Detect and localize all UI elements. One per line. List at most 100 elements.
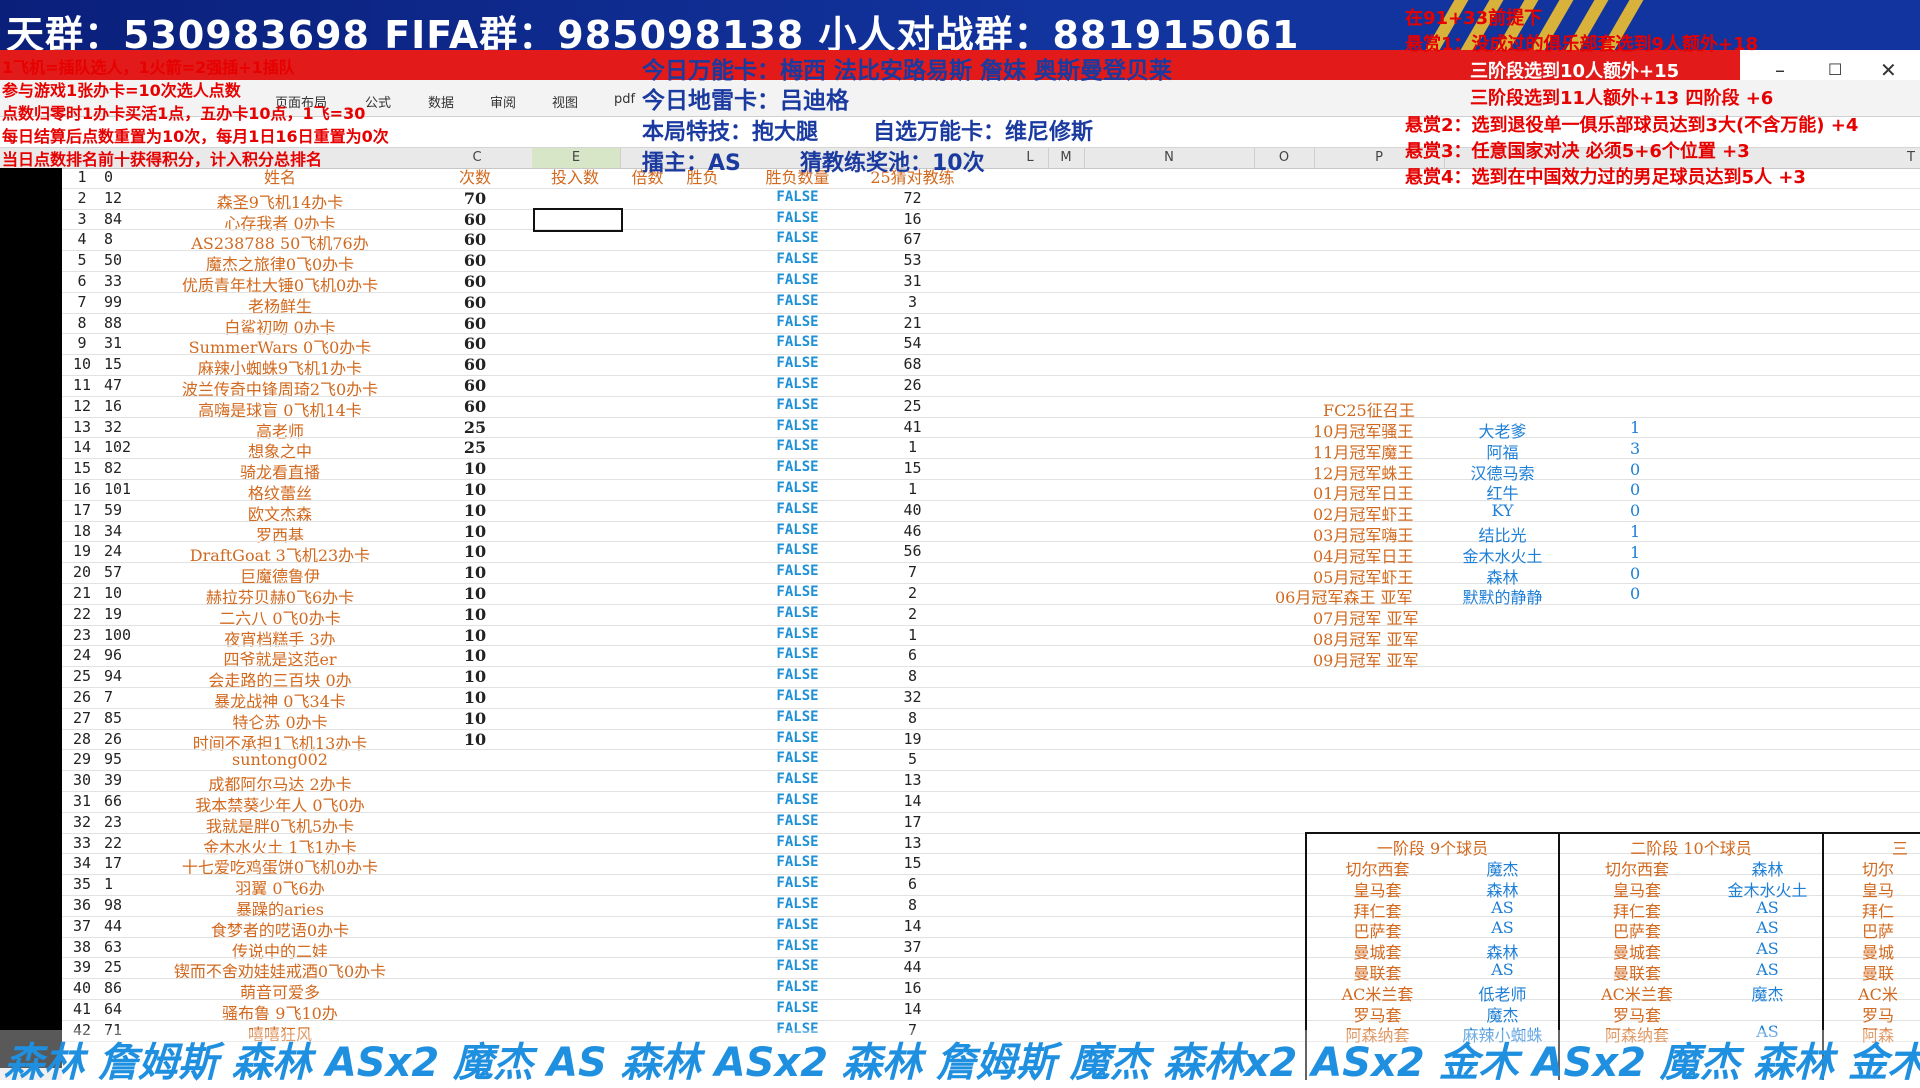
cell-winlose-count[interactable]: FALSE — [740, 230, 855, 246]
maximize-icon[interactable]: ☐ — [1828, 60, 1842, 79]
cell-id[interactable]: 32 — [104, 418, 144, 436]
cell-guess-coach[interactable]: 44 — [870, 958, 955, 976]
cell-winlose-count[interactable]: FALSE — [740, 376, 855, 392]
cell-guess-coach[interactable]: 26 — [870, 376, 955, 394]
cell-id[interactable]: 85 — [104, 709, 144, 727]
row-number[interactable]: 28 — [62, 730, 102, 748]
row-number[interactable]: 41 — [62, 1000, 102, 1018]
cell-winlose-count[interactable]: FALSE — [740, 979, 855, 995]
cell-count[interactable]: 25 — [445, 438, 505, 457]
cell-winlose-count[interactable]: FALSE — [740, 272, 855, 288]
cell-winlose-count[interactable]: FALSE — [740, 834, 855, 850]
cell-winlose-count[interactable]: FALSE — [740, 522, 855, 538]
cell-guess-coach[interactable]: 46 — [870, 522, 955, 540]
cell-winlose-count[interactable]: FALSE — [740, 875, 855, 891]
row-number[interactable]: 7 — [62, 293, 102, 311]
col-header-e[interactable]: E — [532, 148, 621, 168]
col-header-o[interactable]: O — [1254, 148, 1315, 168]
cell-winlose-count[interactable]: FALSE — [740, 709, 855, 725]
row-number[interactable]: 27 — [62, 709, 102, 727]
cell-winlose-count[interactable]: FALSE — [740, 334, 855, 350]
cell-guess-coach[interactable]: 8 — [870, 896, 955, 914]
cell-winlose-count[interactable]: FALSE — [740, 418, 855, 434]
cell-winlose-count[interactable]: FALSE — [740, 938, 855, 954]
row-number[interactable]: 8 — [62, 314, 102, 332]
cell-winlose-count[interactable]: FALSE — [740, 605, 855, 621]
cell-id[interactable]: 7 — [104, 688, 144, 706]
cell-count[interactable]: 60 — [445, 272, 505, 291]
row-number[interactable]: 2 — [62, 189, 102, 207]
cell-count[interactable]: 10 — [445, 480, 505, 499]
cell-winlose-count[interactable]: FALSE — [740, 750, 855, 766]
row-number[interactable]: 5 — [62, 251, 102, 269]
row-number[interactable]: 19 — [62, 542, 102, 560]
cell-count[interactable]: 10 — [445, 667, 505, 686]
cell-guess-coach[interactable]: 40 — [870, 501, 955, 519]
cell-id[interactable]: 16 — [104, 397, 144, 415]
col-header-l[interactable]: L — [1012, 148, 1049, 168]
ribbon-tab-view[interactable]: 视图 — [552, 92, 578, 111]
cell-winlose-count[interactable]: FALSE — [740, 646, 855, 662]
cell-id[interactable]: 59 — [104, 501, 144, 519]
row-number[interactable]: 10 — [62, 355, 102, 373]
cell-count[interactable]: 60 — [445, 355, 505, 374]
cell-count[interactable]: 10 — [445, 646, 505, 665]
row-number[interactable]: 18 — [62, 522, 102, 540]
cell-winlose-count[interactable]: FALSE — [740, 854, 855, 870]
cell-winlose-count[interactable]: FALSE — [740, 813, 855, 829]
cell-guess-coach[interactable]: 5 — [870, 750, 955, 768]
ribbon-tab-formula[interactable]: 公式 — [365, 92, 391, 111]
cell-count[interactable]: 60 — [445, 293, 505, 312]
row-number[interactable]: 40 — [62, 979, 102, 997]
row-number[interactable]: 4 — [62, 230, 102, 248]
cell-count[interactable]: 10 — [445, 730, 505, 749]
cell-id[interactable]: 39 — [104, 771, 144, 789]
cell-count[interactable]: 60 — [445, 397, 505, 416]
cell-id[interactable]: 22 — [104, 834, 144, 852]
cell-count[interactable]: 10 — [445, 688, 505, 707]
col-header-m[interactable]: M — [1048, 148, 1085, 168]
cell-winlose-count[interactable]: FALSE — [740, 771, 855, 787]
cell-winlose-count[interactable]: FALSE — [740, 293, 855, 309]
cell-count[interactable]: 10 — [445, 501, 505, 520]
cell-id[interactable]: 64 — [104, 1000, 144, 1018]
cell-winlose-count[interactable]: FALSE — [740, 251, 855, 267]
cell-winlose-count[interactable]: FALSE — [740, 730, 855, 746]
row-number[interactable]: 1 — [62, 168, 102, 186]
cell-guess-coach[interactable]: 56 — [870, 542, 955, 560]
cell-guess-coach[interactable]: 67 — [870, 230, 955, 248]
cell-guess-coach[interactable]: 8 — [870, 709, 955, 727]
cell-id[interactable]: 96 — [104, 646, 144, 664]
cell-count[interactable]: 10 — [445, 605, 505, 624]
cell-count[interactable]: 10 — [445, 459, 505, 478]
row-number[interactable]: 24 — [62, 646, 102, 664]
cell-id[interactable]: 86 — [104, 979, 144, 997]
cell-id[interactable]: 101 — [104, 480, 144, 498]
cell-winlose-count[interactable]: FALSE — [740, 688, 855, 704]
cell-id[interactable]: 82 — [104, 459, 144, 477]
cell-count[interactable]: 60 — [445, 334, 505, 353]
minimize-icon[interactable]: – — [1775, 58, 1785, 82]
row-number[interactable]: 31 — [62, 792, 102, 810]
cell-id[interactable]: 0 — [104, 168, 144, 186]
cell-id[interactable]: 88 — [104, 314, 144, 332]
cell-winlose-count[interactable]: FALSE — [740, 1000, 855, 1016]
cell-winlose-count[interactable]: FALSE — [740, 459, 855, 475]
cell-count[interactable]: 60 — [445, 230, 505, 249]
cell-id[interactable]: 95 — [104, 750, 144, 768]
cell-guess-coach[interactable]: 17 — [870, 813, 955, 831]
cell-id[interactable]: 44 — [104, 917, 144, 935]
cell-guess-coach[interactable]: 2 — [870, 584, 955, 602]
cell-count[interactable]: 60 — [445, 376, 505, 395]
row-number[interactable]: 21 — [62, 584, 102, 602]
cell-id[interactable]: 31 — [104, 334, 144, 352]
cell-id[interactable]: 12 — [104, 189, 144, 207]
cell-id[interactable]: 102 — [104, 438, 144, 456]
row-number[interactable]: 33 — [62, 834, 102, 852]
cell-winlose-count[interactable]: FALSE — [740, 896, 855, 912]
cell-winlose-count[interactable]: FALSE — [740, 563, 855, 579]
cell-winlose-count[interactable]: FALSE — [740, 626, 855, 642]
cell-id[interactable]: 17 — [104, 854, 144, 872]
close-icon[interactable]: ✕ — [1880, 58, 1897, 82]
row-number[interactable]: 11 — [62, 376, 102, 394]
